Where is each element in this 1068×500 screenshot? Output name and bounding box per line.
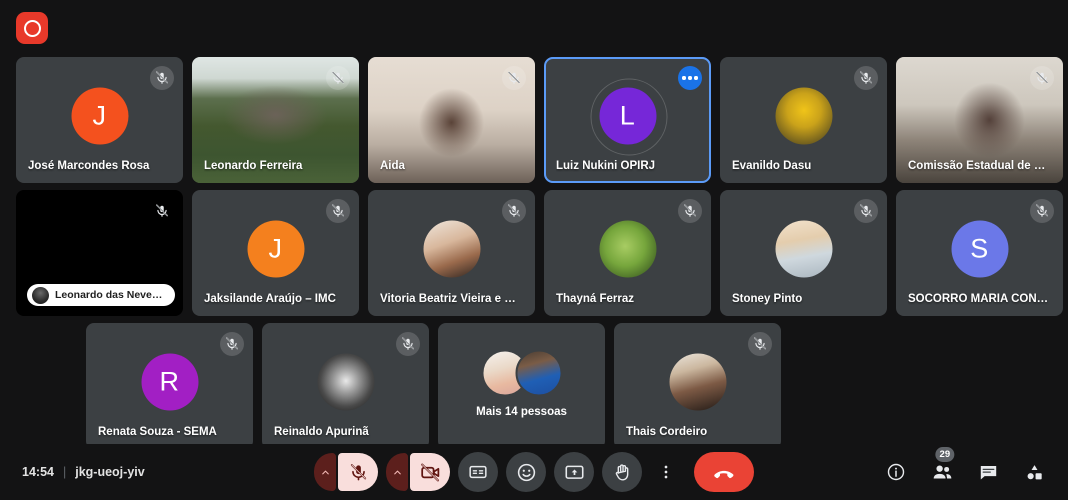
microphone-off-icon[interactable] — [338, 453, 378, 491]
avatar: S — [951, 220, 1008, 278]
participant-tile[interactable]: Stoney Pinto — [720, 190, 887, 316]
microphone-off-icon — [502, 199, 526, 223]
microphone-options-chevron-up-icon[interactable] — [314, 453, 336, 491]
grid-row-3: R Renata Souza - SEMA Reinaldo Apurinã Mais… — [86, 323, 781, 449]
meeting-window: J José Marcondes Rosa Leonardo Ferreira Aid… — [0, 0, 1068, 500]
microphone-off-icon — [854, 199, 878, 223]
chat-icon[interactable] — [972, 456, 1004, 488]
tile-more-options-icon[interactable] — [678, 66, 702, 90]
microphone-off-icon — [1030, 199, 1054, 223]
right-tools: 29 — [880, 447, 1050, 488]
camera-control — [386, 453, 450, 491]
participant-name: Reinaldo Apurinã — [274, 426, 369, 438]
microphone-off-icon — [502, 66, 526, 90]
participant-grid: J José Marcondes Rosa Leonardo Ferreira Aid… — [0, 52, 1068, 449]
microphone-off-icon — [1030, 66, 1054, 90]
avatar — [317, 353, 374, 411]
recording-icon[interactable] — [16, 12, 48, 44]
recording-ring — [23, 19, 41, 37]
avatar: J — [71, 87, 128, 145]
avatar: L — [590, 78, 667, 156]
recording-dot — [28, 24, 36, 32]
avatar — [515, 349, 562, 397]
microphone-off-icon — [326, 66, 350, 90]
participant-name: Evanildo Dasu — [732, 160, 812, 172]
participant-tile[interactable]: Thais Cordeiro — [614, 323, 781, 449]
participant-name: Jaksilande Araújo – IMC — [204, 293, 336, 305]
people-icon[interactable]: 29 — [926, 447, 958, 488]
participant-tile[interactable]: R Renata Souza - SEMA — [86, 323, 253, 449]
microphone-off-icon — [748, 332, 772, 356]
participant-name: Stoney Pinto — [732, 293, 803, 305]
bottom-toolbar: 14:54 | jkg-ueoj-yiv 29 — [0, 444, 1068, 500]
participant-name: Vitoria Beatriz Vieira e Sil… — [380, 293, 523, 305]
grid-row-2: Leonardo das Neves Ca… J Jaksilande Araújo… — [16, 190, 1063, 316]
meeting-meta: 14:54 | jkg-ueoj-yiv — [22, 465, 145, 479]
participant-name: Renata Souza - SEMA — [98, 426, 217, 438]
participant-tile[interactable]: Reinaldo Apurinã — [262, 323, 429, 449]
grid-row-1: J José Marcondes Rosa Leonardo Ferreira Aid… — [16, 57, 1063, 183]
closed-captions-icon[interactable] — [458, 452, 498, 492]
participant-tile[interactable]: Vitoria Beatriz Vieira e Sil… — [368, 190, 535, 316]
participant-tile[interactable]: Aida — [368, 57, 535, 183]
participant-tile[interactable]: S SOCORRO MARIA COND… — [896, 190, 1063, 316]
more-vertical-icon[interactable] — [650, 452, 682, 492]
participant-tile[interactable]: Evanildo Dasu — [720, 57, 887, 183]
meta-separator: | — [62, 465, 67, 479]
call-controls — [314, 452, 754, 492]
phone-hangup-icon[interactable] — [694, 452, 754, 492]
microphone-off-icon — [220, 332, 244, 356]
meeting-code: jkg-ueoj-yiv — [75, 465, 145, 479]
avatar — [32, 286, 49, 304]
participant-name: SOCORRO MARIA COND… — [908, 293, 1051, 305]
self-name-pill: Leonardo das Neves Ca… — [27, 284, 175, 306]
avatar — [669, 353, 726, 411]
microphone-off-icon — [396, 332, 420, 356]
participant-tile[interactable]: Comissão Estadual de Va… — [896, 57, 1063, 183]
participant-name: José Marcondes Rosa — [28, 160, 150, 172]
overflow-avatars — [481, 349, 562, 397]
info-icon[interactable] — [880, 456, 912, 488]
clock: 14:54 — [22, 465, 54, 479]
microphone-control — [314, 453, 378, 491]
microphone-off-icon — [678, 199, 702, 223]
participant-name: Thayná Ferraz — [556, 293, 634, 305]
participant-tile[interactable]: Leonardo Ferreira — [192, 57, 359, 183]
camera-options-chevron-up-icon[interactable] — [386, 453, 408, 491]
participant-name: Comissão Estadual de Va… — [908, 160, 1051, 172]
participant-tile[interactable]: Thayná Ferraz — [544, 190, 711, 316]
microphone-off-icon — [150, 199, 174, 223]
overflow-label: Mais 14 pessoas — [476, 406, 567, 418]
participant-name: Aida — [380, 160, 405, 172]
participant-name: Thais Cordeiro — [626, 426, 708, 438]
avatar — [599, 220, 656, 278]
participant-name: Leonardo Ferreira — [204, 160, 303, 172]
present-screen-icon[interactable] — [554, 452, 594, 492]
avatar — [775, 220, 832, 278]
activities-icon[interactable] — [1018, 456, 1050, 488]
microphone-off-icon — [854, 66, 878, 90]
participant-name: Leonardo das Neves Ca… — [55, 289, 164, 301]
avatar — [775, 87, 832, 145]
participant-tile[interactable]: Mais 14 pessoas — [438, 323, 605, 449]
participant-name: Luiz Nukini OPIRJ — [556, 160, 656, 172]
microphone-off-icon — [326, 199, 350, 223]
avatar: R — [141, 353, 198, 411]
emoji-smiley-icon[interactable] — [506, 452, 546, 492]
microphone-off-icon — [150, 66, 174, 90]
participant-tile[interactable]: J José Marcondes Rosa — [16, 57, 183, 183]
people-count-badge: 29 — [935, 447, 955, 462]
participant-tile[interactable]: J Jaksilande Araújo – IMC — [192, 190, 359, 316]
avatar — [423, 220, 480, 278]
participant-tile[interactable]: Leonardo das Neves Ca… — [16, 190, 183, 316]
participant-tile[interactable]: L Luiz Nukini OPIRJ — [544, 57, 711, 183]
camera-off-icon[interactable] — [410, 453, 450, 491]
raise-hand-icon[interactable] — [602, 452, 642, 492]
avatar: J — [247, 220, 304, 278]
